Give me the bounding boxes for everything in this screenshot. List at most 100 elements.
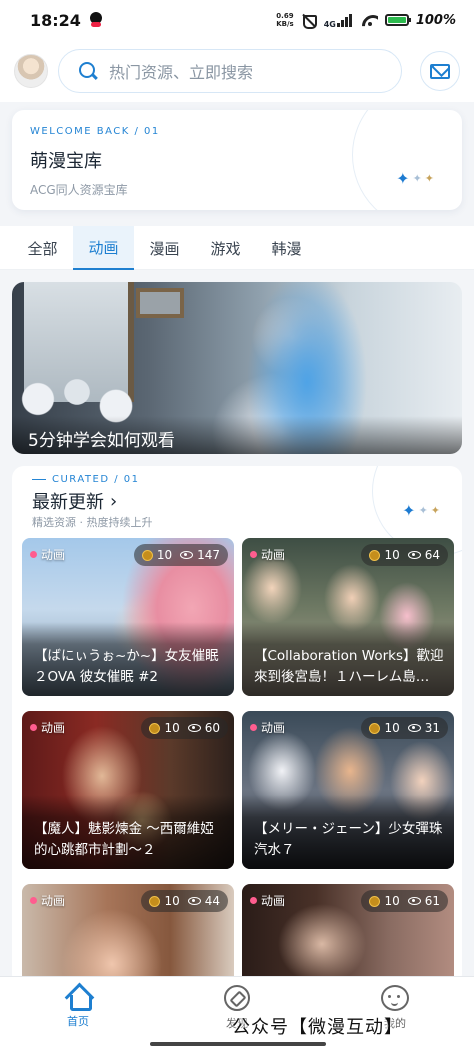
eye-icon xyxy=(407,724,421,732)
content-card[interactable]: 动画 10 60 【魔人】魅影煉金 ～西爾維婭的心跳都市計劃～２ xyxy=(22,711,234,869)
tab-games[interactable]: 游戏 xyxy=(195,226,256,270)
card-coins: 10 xyxy=(156,548,173,562)
qq-icon xyxy=(89,12,103,28)
battery-icon xyxy=(384,14,411,26)
content-card[interactable]: 动画 10 61 xyxy=(242,884,454,986)
content-card[interactable]: 动画 10 64 【Collaboration Works】歡迎來到後宮島！１ハ… xyxy=(242,538,454,696)
tag-dot-icon xyxy=(250,724,257,731)
card-title: 【Collaboration Works】歡迎來到後宮島！１ハーレム島… xyxy=(242,622,454,696)
card-tag: 动画 xyxy=(250,546,285,563)
mute-icon xyxy=(301,13,317,29)
section-title: 最新更新 xyxy=(32,492,104,513)
coin-icon xyxy=(369,722,381,734)
card-coins: 10 xyxy=(384,721,400,735)
app-header: 热门资源、立即搜索 xyxy=(0,40,474,102)
card-views: 147 xyxy=(197,548,220,562)
nav-home-label: 首页 xyxy=(67,1015,89,1028)
decorative-circle xyxy=(352,110,462,210)
card-tag: 动画 xyxy=(30,892,65,909)
content-card[interactable]: 动画 10 44 xyxy=(22,884,234,986)
section-title-link[interactable]: 最新更新 › xyxy=(32,488,117,514)
card-views: 60 xyxy=(204,721,220,735)
card-tag-label: 动画 xyxy=(41,894,66,908)
card-stats: 10 44 xyxy=(141,890,228,912)
tab-anime[interactable]: 动画 xyxy=(73,226,134,270)
net-speed: 0.69 KB/s xyxy=(276,12,293,28)
card-tag-label: 动画 xyxy=(261,548,286,562)
status-icons: 0.69 KB/s 4G 100% xyxy=(276,12,456,29)
card-coins: 10 xyxy=(164,721,180,735)
eye-icon xyxy=(187,724,201,732)
content-card[interactable]: 动画 10 31 【メリー・ジェーン】少女彈珠汽水７ xyxy=(242,711,454,869)
wifi-icon xyxy=(362,13,378,27)
sparkle-icon: ✦ xyxy=(412,172,422,185)
sparkle-icon: ✦ xyxy=(430,504,440,517)
card-tag: 动画 xyxy=(30,546,65,563)
battery-level: 100% xyxy=(415,12,456,28)
card-stats: 10 60 xyxy=(141,717,228,739)
tag-dot-icon xyxy=(30,724,37,731)
card-views: 61 xyxy=(424,894,440,908)
coin-icon xyxy=(149,895,161,907)
category-tabs: 全部 动画 漫画 游戏 韩漫 xyxy=(0,226,474,270)
search-icon xyxy=(79,62,97,80)
search-input[interactable]: 热门资源、立即搜索 xyxy=(58,49,402,93)
face-icon xyxy=(381,985,409,1011)
card-stats: 10 61 xyxy=(361,890,448,912)
signal-icon xyxy=(336,13,355,27)
featured-banner[interactable]: 5分钟学会如何观看 xyxy=(12,282,462,454)
sparkle-icon: ✦ xyxy=(402,501,416,520)
status-bar: 18:24 0.69 KB/s 4G 100% xyxy=(0,0,474,40)
status-time: 18:24 xyxy=(30,10,81,30)
card-stats: 10 64 xyxy=(361,544,448,566)
eye-icon xyxy=(407,897,421,905)
latest-updates-section: CURATED / 01 最新更新 › 精选资源 · 热度持续上升 ✦ ✦ ✦ … xyxy=(12,466,462,986)
nav-home[interactable]: 首页 xyxy=(38,985,118,1029)
coin-icon xyxy=(369,895,381,907)
eye-icon xyxy=(187,897,201,905)
card-tag: 动画 xyxy=(30,719,65,736)
banner-artwork-frame xyxy=(136,288,184,318)
sparkle-icon: ✦ xyxy=(424,172,434,185)
net-speed-unit: KB/s xyxy=(276,20,294,28)
card-views: 64 xyxy=(424,548,440,562)
tab-manga[interactable]: 漫画 xyxy=(134,226,195,270)
coin-icon xyxy=(141,549,153,561)
eye-icon xyxy=(180,551,194,559)
card-views: 44 xyxy=(204,894,220,908)
coin-icon xyxy=(369,549,381,561)
card-tag-label: 动画 xyxy=(41,721,66,735)
card-stats: 10 31 xyxy=(361,717,448,739)
sparkle-icon: ✦ xyxy=(396,169,410,188)
card-tag-label: 动画 xyxy=(261,721,286,735)
mail-button[interactable] xyxy=(420,51,460,91)
card-stats: 10 147 xyxy=(133,544,228,566)
search-placeholder: 热门资源、立即搜索 xyxy=(109,63,254,82)
tab-all[interactable]: 全部 xyxy=(12,226,73,270)
tag-dot-icon xyxy=(30,897,37,904)
network-type: 4G xyxy=(323,19,336,29)
tab-korean-comics[interactable]: 韩漫 xyxy=(256,226,317,270)
card-coins: 10 xyxy=(384,548,400,562)
welcome-card: WELCOME BACK / 01 萌漫宝库 ACG同人资源宝库 ✦ ✦ ✦ xyxy=(12,110,462,210)
tag-dot-icon xyxy=(250,897,257,904)
compass-icon xyxy=(224,985,250,1011)
card-coins: 10 xyxy=(164,894,180,908)
card-title: 【メリー・ジェーン】少女彈珠汽水７ xyxy=(242,795,454,869)
avatar[interactable] xyxy=(14,54,48,88)
sparkle-icon-group: ✦ ✦ ✦ xyxy=(396,169,434,188)
watermark-overlay: 公众号【微漫互动】 xyxy=(232,1017,403,1038)
card-views: 31 xyxy=(424,721,440,735)
card-title: 【魔人】魅影煉金 ～西爾維婭的心跳都市計劃～２ xyxy=(22,795,234,869)
section-eyebrow: CURATED / 01 xyxy=(32,474,140,485)
banner-caption: 5分钟学会如何观看 xyxy=(12,416,462,454)
chevron-right-icon: › xyxy=(110,490,118,512)
sparkle-icon-group: ✦ ✦ ✦ xyxy=(402,501,440,520)
net-speed-value: 0.69 xyxy=(276,12,294,20)
home-indicator[interactable] xyxy=(150,1042,326,1046)
tag-dot-icon xyxy=(250,551,257,558)
content-card[interactable]: 动画 10 147 【ばにぃうぉ~か~】女友催眠２OVA 彼女催眠 #2 xyxy=(22,538,234,696)
mail-icon xyxy=(430,63,450,79)
sparkle-icon: ✦ xyxy=(418,504,428,517)
card-tag-label: 动画 xyxy=(261,894,286,908)
